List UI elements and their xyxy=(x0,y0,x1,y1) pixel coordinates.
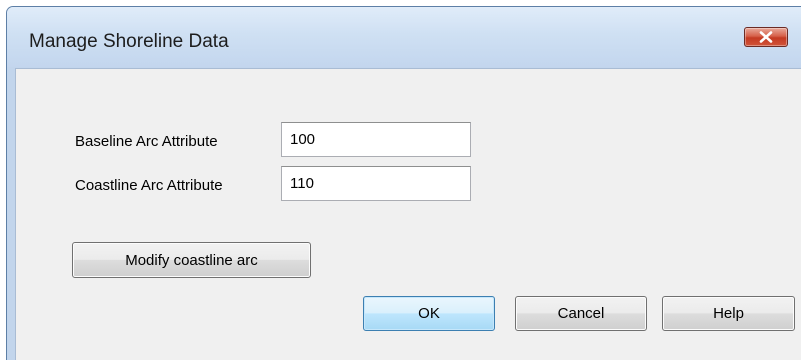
close-icon xyxy=(759,31,773,43)
dialog-window: Manage Shoreline Data Baseline Arc Attri… xyxy=(6,6,801,360)
coastline-arc-attribute-label: Coastline Arc Attribute xyxy=(75,177,223,194)
title-bar[interactable]: Manage Shoreline Data xyxy=(7,7,801,67)
window-title: Manage Shoreline Data xyxy=(29,31,229,52)
baseline-arc-attribute-input[interactable] xyxy=(281,122,471,157)
help-button[interactable]: Help xyxy=(662,296,795,331)
desktop: Manage Shoreline Data Baseline Arc Attri… xyxy=(0,0,801,360)
cancel-button[interactable]: Cancel xyxy=(515,296,647,331)
coastline-arc-attribute-input[interactable] xyxy=(281,166,471,201)
baseline-arc-attribute-label: Baseline Arc Attribute xyxy=(75,133,218,150)
dialog-body: Baseline Arc Attribute Coastline Arc Att… xyxy=(15,68,801,360)
close-button[interactable] xyxy=(744,27,788,47)
modify-coastline-arc-button[interactable]: Modify coastline arc xyxy=(72,242,311,278)
ok-button[interactable]: OK xyxy=(363,296,495,331)
